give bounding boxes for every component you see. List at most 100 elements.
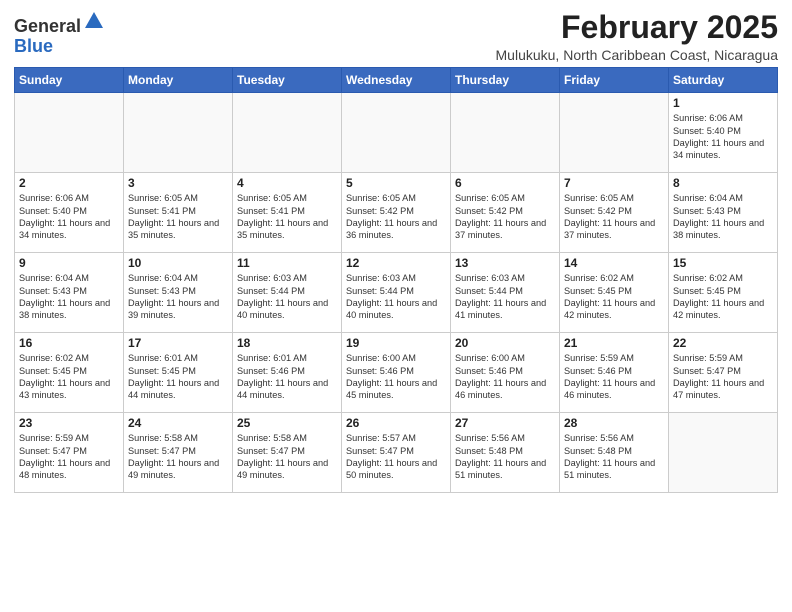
- day-number: 26: [346, 416, 446, 430]
- day-info: Sunrise: 5:58 AM Sunset: 5:47 PM Dayligh…: [237, 432, 337, 482]
- calendar-day-cell: 25 Sunrise: 5:58 AM Sunset: 5:47 PM Dayli…: [233, 413, 342, 493]
- day-number: 20: [455, 336, 555, 350]
- day-info: Sunrise: 6:05 AM Sunset: 5:42 PM Dayligh…: [346, 192, 446, 242]
- calendar-week-row: 23 Sunrise: 5:59 AM Sunset: 5:47 PM Dayli…: [15, 413, 778, 493]
- day-number: 23: [19, 416, 119, 430]
- day-info: Sunrise: 6:01 AM Sunset: 5:46 PM Dayligh…: [237, 352, 337, 402]
- calendar-day-cell: [342, 93, 451, 173]
- logo-icon: [83, 10, 105, 32]
- day-number: 27: [455, 416, 555, 430]
- day-number: 25: [237, 416, 337, 430]
- day-of-week-header: Tuesday: [233, 68, 342, 93]
- calendar-week-row: 2 Sunrise: 6:06 AM Sunset: 5:40 PM Daylig…: [15, 173, 778, 253]
- calendar-table: SundayMondayTuesdayWednesdayThursdayFrid…: [14, 67, 778, 493]
- calendar-day-cell: 1 Sunrise: 6:06 AM Sunset: 5:40 PM Daylig…: [669, 93, 778, 173]
- day-info: Sunrise: 6:03 AM Sunset: 5:44 PM Dayligh…: [346, 272, 446, 322]
- calendar-day-cell: 22Sunrise: 5:59 AM Sunset: 5:47 PM Dayli…: [669, 333, 778, 413]
- day-number: 9: [19, 256, 119, 270]
- calendar-day-cell: [124, 93, 233, 173]
- day-number: 18: [237, 336, 337, 350]
- calendar-day-cell: 11 Sunrise: 6:03 AM Sunset: 5:44 PM Dayli…: [233, 253, 342, 333]
- calendar-day-cell: 13 Sunrise: 6:03 AM Sunset: 5:44 PM Dayli…: [451, 253, 560, 333]
- day-number: 12: [346, 256, 446, 270]
- calendar-day-cell: 12 Sunrise: 6:03 AM Sunset: 5:44 PM Dayli…: [342, 253, 451, 333]
- day-number: 21: [564, 336, 664, 350]
- day-number: 14: [564, 256, 664, 270]
- day-number: 13: [455, 256, 555, 270]
- calendar-day-cell: 6 Sunrise: 6:05 AM Sunset: 5:42 PM Daylig…: [451, 173, 560, 253]
- calendar-day-cell: 3 Sunrise: 6:05 AM Sunset: 5:41 PM Daylig…: [124, 173, 233, 253]
- calendar-day-cell: [15, 93, 124, 173]
- calendar-day-cell: 10 Sunrise: 6:04 AM Sunset: 5:43 PM Dayli…: [124, 253, 233, 333]
- day-info: Sunrise: 6:05 AM Sunset: 5:42 PM Dayligh…: [455, 192, 555, 242]
- day-number: 6: [455, 176, 555, 190]
- day-info: Sunrise: 6:05 AM Sunset: 5:42 PM Dayligh…: [564, 192, 664, 242]
- day-info: Sunrise: 5:57 AM Sunset: 5:47 PM Dayligh…: [346, 432, 446, 482]
- calendar-day-cell: 5 Sunrise: 6:05 AM Sunset: 5:42 PM Daylig…: [342, 173, 451, 253]
- main-title: February 2025: [496, 10, 778, 45]
- day-number: 2: [19, 176, 119, 190]
- day-info: Sunrise: 6:03 AM Sunset: 5:44 PM Dayligh…: [237, 272, 337, 322]
- day-number: 11: [237, 256, 337, 270]
- day-number: 7: [564, 176, 664, 190]
- day-info: Sunrise: 6:02 AM Sunset: 5:45 PM Dayligh…: [673, 272, 773, 322]
- calendar-day-cell: [669, 413, 778, 493]
- calendar-day-cell: 28 Sunrise: 5:56 AM Sunset: 5:48 PM Dayli…: [560, 413, 669, 493]
- calendar-day-cell: 9 Sunrise: 6:04 AM Sunset: 5:43 PM Daylig…: [15, 253, 124, 333]
- day-number: 17: [128, 336, 228, 350]
- calendar-day-cell: 8Sunrise: 6:04 AM Sunset: 5:43 PM Daylig…: [669, 173, 778, 253]
- day-info: Sunrise: 6:04 AM Sunset: 5:43 PM Dayligh…: [128, 272, 228, 322]
- calendar-day-cell: 2 Sunrise: 6:06 AM Sunset: 5:40 PM Daylig…: [15, 173, 124, 253]
- calendar-day-cell: 7 Sunrise: 6:05 AM Sunset: 5:42 PM Daylig…: [560, 173, 669, 253]
- logo-general-text: General: [14, 16, 81, 36]
- calendar-day-cell: 20 Sunrise: 6:00 AM Sunset: 5:46 PM Dayli…: [451, 333, 560, 413]
- calendar-day-cell: 18 Sunrise: 6:01 AM Sunset: 5:46 PM Dayli…: [233, 333, 342, 413]
- day-info: Sunrise: 6:05 AM Sunset: 5:41 PM Dayligh…: [128, 192, 228, 242]
- day-number: 5: [346, 176, 446, 190]
- calendar-week-row: 9 Sunrise: 6:04 AM Sunset: 5:43 PM Daylig…: [15, 253, 778, 333]
- calendar-day-cell: 24Sunrise: 5:58 AM Sunset: 5:47 PM Dayli…: [124, 413, 233, 493]
- day-number: 1: [673, 96, 773, 110]
- calendar-day-cell: 19 Sunrise: 6:00 AM Sunset: 5:46 PM Dayli…: [342, 333, 451, 413]
- calendar-day-cell: 16Sunrise: 6:02 AM Sunset: 5:45 PM Dayli…: [15, 333, 124, 413]
- day-info: Sunrise: 5:59 AM Sunset: 5:47 PM Dayligh…: [19, 432, 119, 482]
- day-info: Sunrise: 6:04 AM Sunset: 5:43 PM Dayligh…: [673, 192, 773, 242]
- day-of-week-header: Monday: [124, 68, 233, 93]
- day-info: Sunrise: 6:00 AM Sunset: 5:46 PM Dayligh…: [346, 352, 446, 402]
- calendar-day-cell: 17 Sunrise: 6:01 AM Sunset: 5:45 PM Dayli…: [124, 333, 233, 413]
- calendar-day-cell: 27 Sunrise: 5:56 AM Sunset: 5:48 PM Dayli…: [451, 413, 560, 493]
- calendar-day-cell: 4Sunrise: 6:05 AM Sunset: 5:41 PM Daylig…: [233, 173, 342, 253]
- title-block: February 2025 Mulukuku, North Caribbean …: [496, 10, 778, 63]
- calendar-day-cell: 15 Sunrise: 6:02 AM Sunset: 5:45 PM Dayli…: [669, 253, 778, 333]
- header: General Blue February 2025 Mulukuku, Nor…: [14, 10, 778, 63]
- day-info: Sunrise: 6:06 AM Sunset: 5:40 PM Dayligh…: [19, 192, 119, 242]
- day-number: 28: [564, 416, 664, 430]
- day-info: Sunrise: 6:00 AM Sunset: 5:46 PM Dayligh…: [455, 352, 555, 402]
- day-of-week-header: Sunday: [15, 68, 124, 93]
- day-info: Sunrise: 6:02 AM Sunset: 5:45 PM Dayligh…: [564, 272, 664, 322]
- day-info: Sunrise: 5:59 AM Sunset: 5:47 PM Dayligh…: [673, 352, 773, 402]
- calendar-day-cell: [233, 93, 342, 173]
- day-info: Sunrise: 6:06 AM Sunset: 5:40 PM Dayligh…: [673, 112, 773, 162]
- day-number: 15: [673, 256, 773, 270]
- day-info: Sunrise: 6:04 AM Sunset: 5:43 PM Dayligh…: [19, 272, 119, 322]
- calendar-week-row: 1 Sunrise: 6:06 AM Sunset: 5:40 PM Daylig…: [15, 93, 778, 173]
- page: General Blue February 2025 Mulukuku, Nor…: [0, 0, 792, 612]
- day-number: 10: [128, 256, 228, 270]
- day-of-week-header: Friday: [560, 68, 669, 93]
- calendar-day-cell: 23 Sunrise: 5:59 AM Sunset: 5:47 PM Dayli…: [15, 413, 124, 493]
- calendar-header-row: SundayMondayTuesdayWednesdayThursdayFrid…: [15, 68, 778, 93]
- day-info: Sunrise: 6:03 AM Sunset: 5:44 PM Dayligh…: [455, 272, 555, 322]
- day-info: Sunrise: 5:56 AM Sunset: 5:48 PM Dayligh…: [564, 432, 664, 482]
- calendar-day-cell: 21Sunrise: 5:59 AM Sunset: 5:46 PM Dayli…: [560, 333, 669, 413]
- subtitle: Mulukuku, North Caribbean Coast, Nicarag…: [496, 47, 778, 63]
- day-info: Sunrise: 5:56 AM Sunset: 5:48 PM Dayligh…: [455, 432, 555, 482]
- day-info: Sunrise: 5:58 AM Sunset: 5:47 PM Dayligh…: [128, 432, 228, 482]
- calendar-week-row: 16Sunrise: 6:02 AM Sunset: 5:45 PM Dayli…: [15, 333, 778, 413]
- day-info: Sunrise: 6:01 AM Sunset: 5:45 PM Dayligh…: [128, 352, 228, 402]
- day-info: Sunrise: 6:05 AM Sunset: 5:41 PM Dayligh…: [237, 192, 337, 242]
- day-number: 19: [346, 336, 446, 350]
- calendar-day-cell: [451, 93, 560, 173]
- day-number: 16: [19, 336, 119, 350]
- day-number: 3: [128, 176, 228, 190]
